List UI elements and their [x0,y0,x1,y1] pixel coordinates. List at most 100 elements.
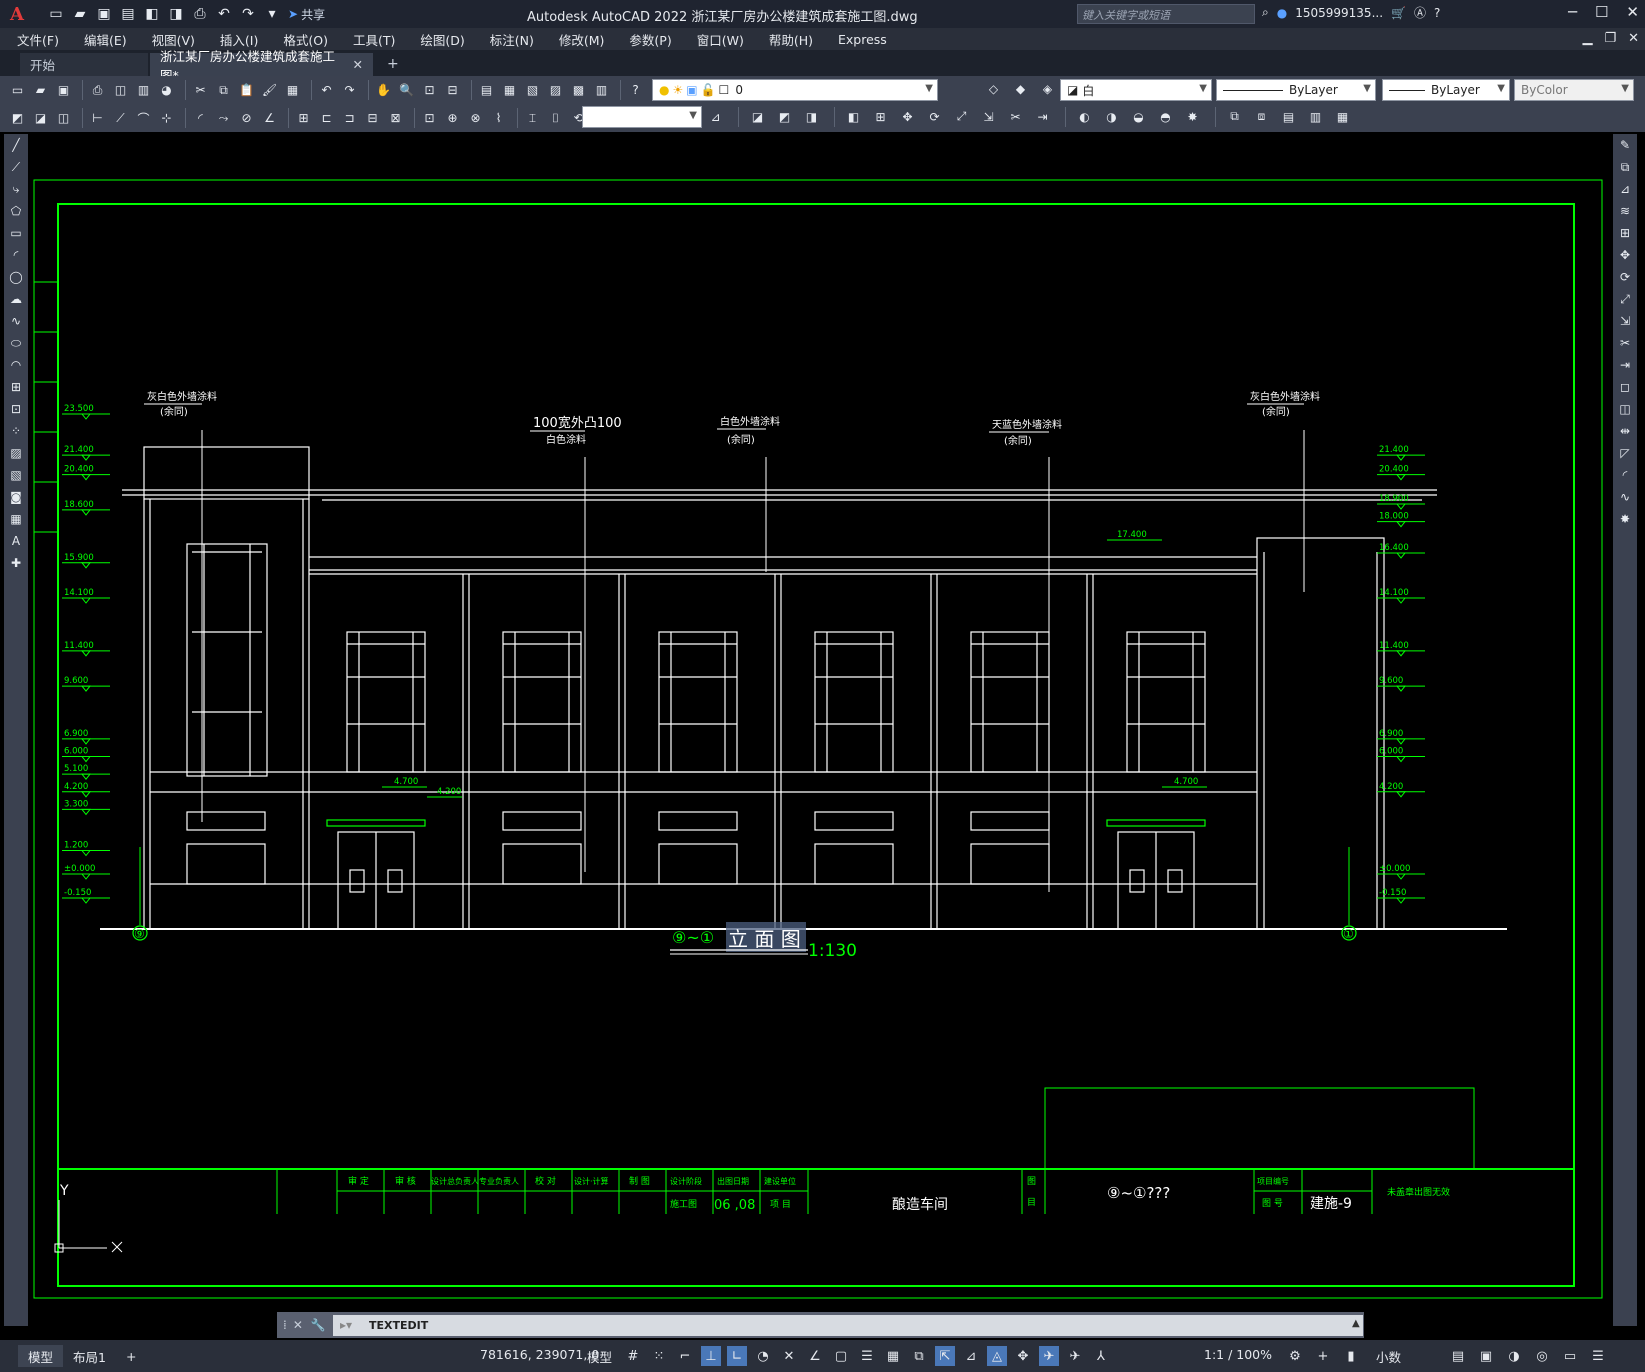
polyline-icon[interactable]: ⤷ [4,178,28,200]
auto-scale-icon[interactable]: ✈ [1065,1346,1085,1366]
undo-tb-icon[interactable]: ↶ [317,81,336,100]
zoom-realtime-icon[interactable]: 🔍 [397,81,416,100]
revision-cloud-icon[interactable]: ☁ [4,288,28,310]
annotation-wall-100-sub[interactable]: 白色涂料 [546,433,586,446]
minimize-icon[interactable]: ─ [1568,3,1577,21]
preview-icon[interactable]: ◫ [111,81,130,100]
customize-qa-icon[interactable]: ▾ [262,4,282,24]
stretch-side-icon[interactable]: ⇲ [1613,310,1637,332]
clean-screen-icon[interactable]: ▭ [1560,1346,1580,1366]
mtext-icon[interactable]: A [4,530,28,552]
scale-icon[interactable]: ⤢ [952,107,971,126]
spline-icon[interactable]: ∿ [4,310,28,332]
annotation-scale-dropdown[interactable]: 1:1 / 100% [1204,1347,1272,1362]
workspace-icon[interactable]: ◩ [8,109,27,128]
tolerance-icon[interactable]: ⊡ [420,109,439,128]
autocad-logo-icon[interactable]: A [6,3,28,25]
chamfer-side-icon[interactable]: ◸ [1613,442,1637,464]
doc-minimize-icon[interactable]: ▁ [1582,31,1592,46]
tab-drawing[interactable]: 浙江某厂房办公楼建筑成套施工图* ✕ [150,49,373,83]
center-mark-icon[interactable]: ⊕ [443,109,462,128]
menu-tools[interactable]: 工具(T) [353,30,395,49]
annotation-white-wall[interactable]: 白色外墙涂料 [720,415,780,428]
dynamic-ucs-icon[interactable]: ⊿ [961,1346,981,1366]
dim-text-edit-icon[interactable]: ⌷ [546,109,565,128]
array-side-icon[interactable]: ⊞ [1613,222,1637,244]
erase-side-icon[interactable]: ✎ [1613,134,1637,156]
annotation-left-wall-sub[interactable]: (余同) [160,405,188,418]
help-icon[interactable]: ? [1434,6,1440,20]
explode-side-icon[interactable]: ✸ [1613,508,1637,530]
save-tb-icon[interactable]: ▣ [54,81,73,100]
calculator-icon[interactable]: ▥ [592,81,611,100]
annotation-wall-100[interactable]: 100宽外凸100 [533,415,622,431]
axis-left-label[interactable]: ⑨ [134,927,145,941]
save-as-icon[interactable]: ▤ [118,4,138,24]
text-front-icon[interactable]: ▦ [1333,107,1352,126]
move-icon[interactable]: ✥ [898,107,917,126]
annotation-left-wall[interactable]: 灰白色外墙涂料 [147,390,217,403]
share-button[interactable]: ➤ 共享 [288,6,325,23]
search-input[interactable]: 键入关键字或短语 [1077,4,1255,24]
isodraft-icon[interactable]: ✕ [779,1346,799,1366]
dim-jogged-icon[interactable]: ⤳ [214,109,233,128]
jogged-linear-icon[interactable]: ⌇ [489,109,508,128]
scale-side-icon[interactable]: ⤢ [1613,288,1637,310]
annotation-right-wall[interactable]: 灰白色外墙涂料 [1250,390,1320,403]
region-icon[interactable]: ◙ [4,486,28,508]
save-web-icon[interactable]: ◨ [166,4,186,24]
trim-side-icon[interactable]: ✂ [1613,332,1637,354]
publish-icon[interactable]: ▥ [134,81,153,100]
zoom-previous-icon[interactable]: ⊟ [443,81,462,100]
plotstyle-dropdown[interactable]: ByColor ▼ [1514,79,1634,101]
break-side-icon[interactable]: ◫ [1613,398,1637,420]
erase-icon[interactable]: ◪ [748,107,767,126]
user-icon[interactable]: ● [1277,6,1287,20]
tb-project-name[interactable]: 酿造车间 [892,1196,948,1213]
lineweight-icon[interactable]: ☰ [857,1346,877,1366]
isolate-objects-icon[interactable]: ◑ [1504,1346,1524,1366]
dynamic-input-icon[interactable]: ⊥ [701,1346,721,1366]
autodesk-app-icon[interactable]: Ⓐ [1414,4,1426,21]
new-file-icon[interactable]: ▭ [46,4,66,24]
rotate-icon[interactable]: ⟳ [925,107,944,126]
inspection-icon[interactable]: ⊗ [466,109,485,128]
annotation-blue-wall[interactable]: 天蓝色外墙涂料 [992,418,1062,431]
break-point-icon[interactable]: ◻ [1613,376,1637,398]
copy-side-icon[interactable]: ⧉ [1613,156,1637,178]
dim-diameter-icon[interactable]: ⊘ [237,109,256,128]
join-side-icon[interactable]: ⇹ [1613,420,1637,442]
design-center-icon[interactable]: ▦ [500,81,519,100]
qnew-icon[interactable]: ▭ [8,81,27,100]
tab-layout1[interactable]: 布局1 [63,1345,116,1367]
units-dropdown[interactable]: 小数 [1376,1347,1401,1366]
join-icon[interactable]: ◑ [1102,107,1121,126]
transparency-icon[interactable]: ▦ [883,1346,903,1366]
close-icon[interactable]: ✕ [1626,3,1639,21]
dim-space-icon[interactable]: ⊟ [363,109,382,128]
redo-tb-icon[interactable]: ↷ [340,81,359,100]
undo-icon[interactable]: ↶ [214,4,234,24]
cmd-history-icon[interactable]: ▲ [1352,1318,1360,1329]
menu-file[interactable]: 文件(F) [17,30,59,49]
add-layout-icon[interactable]: + [116,1345,146,1367]
dim-linear-icon[interactable]: ⊢ [88,109,107,128]
hatch-icon[interactable]: ▨ [4,442,28,464]
menu-dimension[interactable]: 标注(N) [490,30,534,49]
explode-icon[interactable]: ✸ [1183,107,1202,126]
dim-radius-icon[interactable]: ◜ [191,109,210,128]
tb-sheet-no[interactable]: 建施-9 [1310,1196,1352,1212]
maximize-icon[interactable]: ☐ [1595,3,1608,21]
break-icon[interactable]: ◐ [1075,107,1094,126]
quick-properties-icon[interactable]: ▮ [1341,1346,1361,1366]
point-icon[interactable]: ⁘ [4,420,28,442]
dim-break-icon[interactable]: ⊠ [386,109,405,128]
draworder-front-icon[interactable]: ⧉ [1225,107,1244,126]
view-title[interactable]: ⑨~① 立 面 图 1:130 [670,922,857,961]
layer-previous-icon[interactable]: ◆ [1011,79,1030,98]
menu-parametric[interactable]: 参数(P) [629,30,671,49]
coordinate-readout[interactable]: 781616, 239071, 0 [480,1347,599,1362]
polar-icon[interactable]: ◔ [753,1346,773,1366]
lock-ui-icon[interactable]: ▣ [1476,1346,1496,1366]
insert-block-icon[interactable]: ⊞ [4,376,28,398]
